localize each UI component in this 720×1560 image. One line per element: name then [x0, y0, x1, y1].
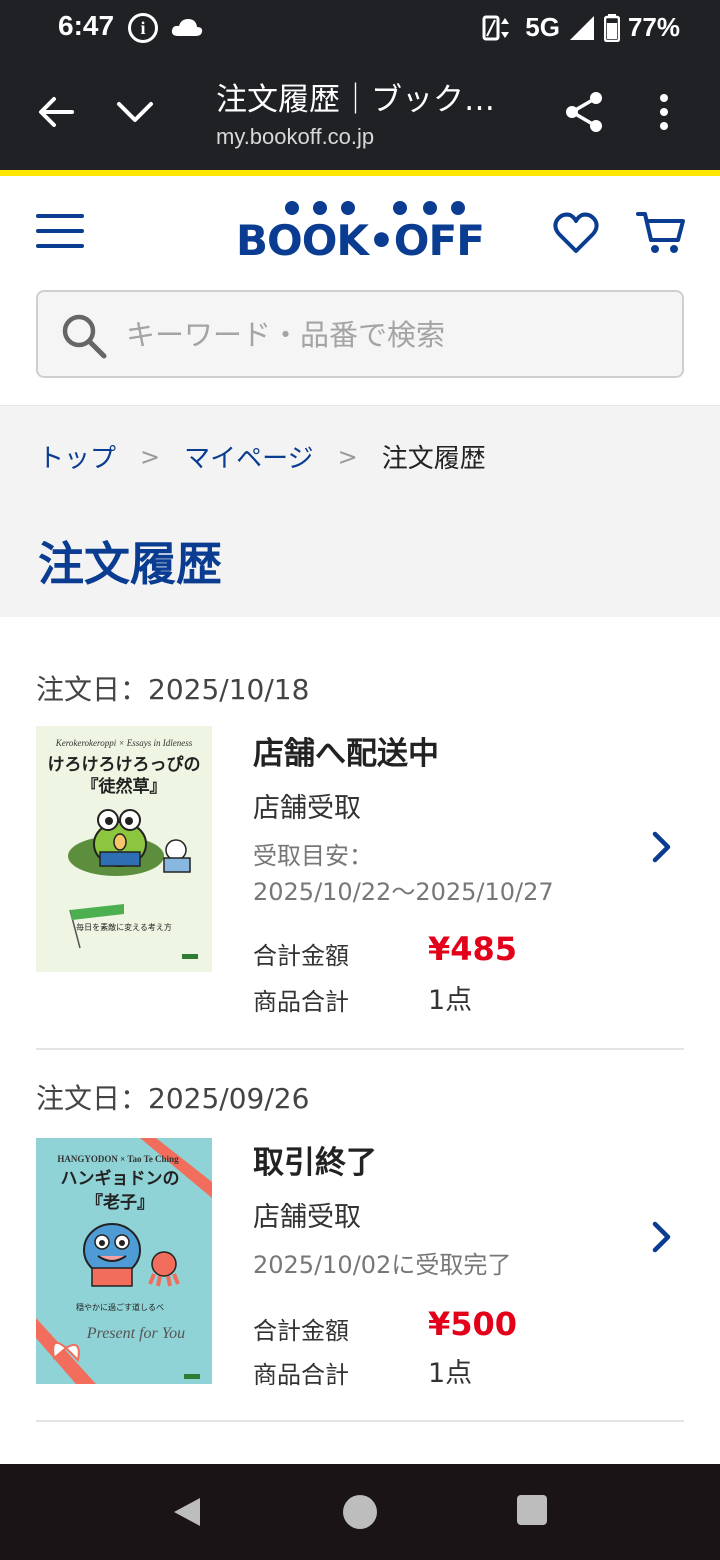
- nav-home-icon[interactable]: [342, 1494, 378, 1530]
- order-date: 注文日：2025/10/18: [36, 673, 310, 706]
- status-right: 5G 77%: [481, 12, 680, 43]
- breadcrumb: トップ > マイページ > 注文履歴: [38, 438, 486, 475]
- cover-title-line1: けろけろけろっぴの: [48, 755, 201, 775]
- browser-toolbar: 注文履歴｜ブック… my.bookoff.co.jp: [0, 56, 720, 170]
- book-cover-image[interactable]: HANGYODON × Tao Te Ching ハンギョドンの 『老子』 穏や…: [36, 1138, 212, 1384]
- item-count-label: 商品合計: [253, 988, 349, 1016]
- more-vert-icon[interactable]: [650, 92, 678, 132]
- cloud-icon: [171, 19, 203, 36]
- nfc-vibrate-icon: [482, 15, 510, 40]
- order-card[interactable]: 注文日：2025/10/18 Kerokerokeroppi × Essays …: [36, 668, 684, 1028]
- pickup-estimate: 受取目安： 2025/10/22〜2025/10/27: [253, 838, 554, 910]
- nav-recents-icon[interactable]: [516, 1494, 548, 1526]
- network-label: 5G: [525, 12, 560, 42]
- total-price: ¥485: [428, 930, 518, 968]
- browser-url[interactable]: my.bookoff.co.jp: [216, 124, 374, 150]
- chevron-right-icon[interactable]: [648, 1220, 674, 1254]
- delivery-method: 店舗受取: [253, 1202, 361, 1233]
- cover-en-title: HANGYODON × Tao Te Ching: [57, 1154, 179, 1164]
- cover-title-line1: ハンギョドンの: [61, 1169, 180, 1189]
- order-card[interactable]: 注文日：2025/09/26 HANGYODON × Tao Te Ching …: [36, 1077, 684, 1407]
- order-status: 店舗へ配送中: [253, 736, 439, 772]
- favorite-heart-icon[interactable]: [552, 210, 600, 256]
- cover-subtitle: 毎日を素敵に変える考え方: [76, 922, 172, 932]
- breadcrumb-top[interactable]: トップ: [38, 438, 116, 475]
- chevron-down-icon[interactable]: [114, 92, 156, 132]
- pickup-complete-note: 2025/10/02に受取完了: [253, 1251, 512, 1279]
- chevron-right-icon[interactable]: [648, 830, 674, 864]
- search-input[interactable]: [126, 308, 666, 362]
- search-icon: [62, 314, 107, 359]
- cover-title-line2: 『老子』: [86, 1192, 154, 1213]
- share-icon[interactable]: [562, 90, 606, 134]
- delivery-method: 店舗受取: [253, 793, 361, 824]
- order-date: 注文日：2025/09/26: [36, 1082, 310, 1115]
- item-count: 1点: [428, 985, 473, 1016]
- battery-icon: [603, 13, 620, 42]
- signal-icon: [569, 15, 594, 40]
- nav-back-icon[interactable]: [168, 1494, 204, 1530]
- bookoff-logo[interactable]: BOOK•OFF: [236, 198, 485, 268]
- item-count-label: 商品合計: [253, 1361, 349, 1389]
- breadcrumb-current: 注文履歴: [381, 444, 486, 474]
- breadcrumb-mypage[interactable]: マイページ: [184, 438, 313, 475]
- page-title: 注文履歴: [38, 537, 222, 591]
- total-price: ¥500: [428, 1305, 518, 1343]
- menu-icon[interactable]: [36, 214, 84, 252]
- logo-text: BOOK•OFF: [236, 216, 485, 265]
- order-divider: [36, 1420, 684, 1422]
- cover-en-title: Kerokerokeroppi × Essays in Idleness: [55, 738, 193, 748]
- info-icon: i: [128, 13, 158, 43]
- cover-title-line2: 『徒然草』: [82, 776, 167, 797]
- breadcrumb-chevron-icon: >: [337, 442, 358, 471]
- total-label: 合計金額: [253, 1317, 349, 1345]
- status-bar: 6:47 i 5G 77%: [0, 0, 720, 56]
- book-cover-image[interactable]: Kerokerokeroppi × Essays in Idleness けろけ…: [36, 726, 212, 972]
- logo-dots: [285, 201, 465, 215]
- cover-subtitle: 穏やかに過ごす道しるべ: [76, 1302, 164, 1312]
- battery-label: 77%: [627, 12, 680, 42]
- breadcrumb-chevron-icon: >: [140, 442, 161, 471]
- back-arrow-icon[interactable]: [36, 92, 76, 132]
- search-box[interactable]: [36, 290, 684, 378]
- system-nav-bar: [0, 1464, 720, 1560]
- pickup-estimate-range: 2025/10/22〜2025/10/27: [253, 878, 554, 906]
- order-status: 取引終了: [253, 1145, 377, 1181]
- header-accent-line: [0, 170, 720, 176]
- browser-page-title[interactable]: 注文履歴｜ブック…: [216, 74, 495, 119]
- item-count: 1点: [428, 1358, 473, 1389]
- cover-script: Present for You: [86, 1325, 185, 1342]
- cart-icon[interactable]: [636, 208, 686, 256]
- order-divider: [36, 1048, 684, 1050]
- page-header-band: トップ > マイページ > 注文履歴 注文履歴: [0, 405, 720, 617]
- status-time: 6:47: [58, 10, 115, 41]
- total-label: 合計金額: [253, 942, 349, 970]
- pickup-estimate-label: 受取目安：: [253, 842, 373, 870]
